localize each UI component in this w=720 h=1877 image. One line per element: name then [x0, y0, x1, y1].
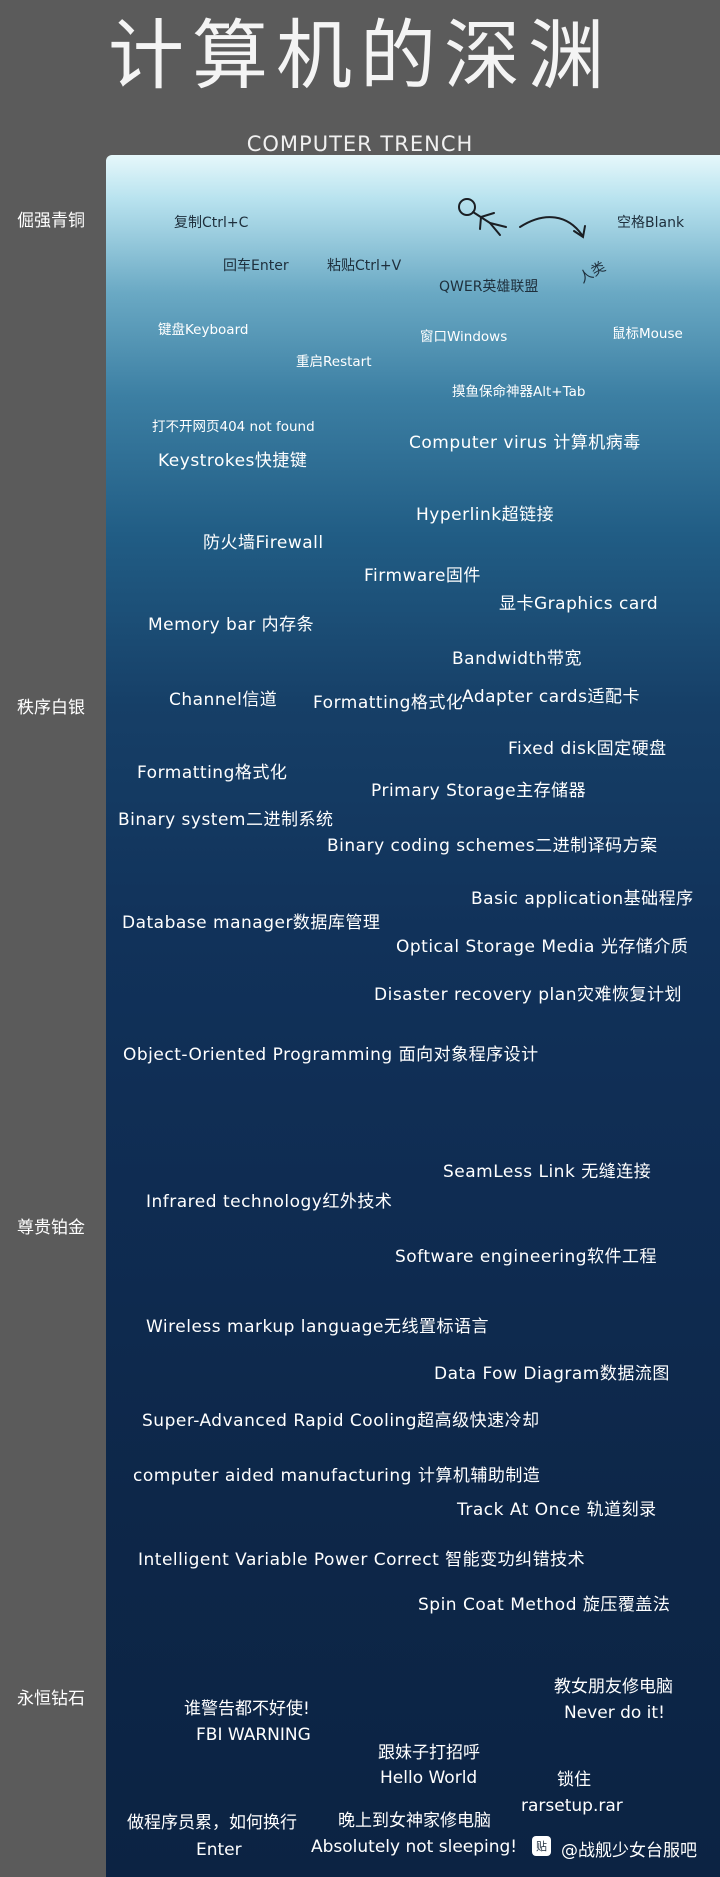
term-gf-repair: 教女朋友修电脑: [554, 1677, 673, 1697]
term-oop: Object-Oriented Programming 面向对象程序设计: [123, 1045, 539, 1065]
term-formatting-1: Formatting格式化: [313, 693, 464, 713]
term-infrared: Infrared technology红外技术: [146, 1192, 393, 1212]
term-basic-app: Basic application基础程序: [471, 889, 694, 909]
term-404: 打不开网页404 not found: [152, 419, 315, 435]
term-window: 窗口Windows: [420, 329, 508, 345]
term-track: Track At Once 轨道刻录: [457, 1500, 657, 1520]
page-subtitle: COMPUTER TRENCH: [246, 132, 474, 156]
term-blank: 空格Blank: [617, 215, 685, 231]
term-newline: 做程序员累，如何换行: [127, 1813, 297, 1833]
term-qwer: QWER英雄联盟: [439, 279, 539, 295]
diver-figure-icon: [458, 198, 586, 239]
term-mouse: 鼠标Mouse: [612, 326, 683, 342]
term-goddess: 晚上到女神家修电脑: [338, 1811, 491, 1831]
term-dfd: Data Fow Diagram数据流图: [434, 1364, 670, 1384]
term-restart: 重启Restart: [296, 354, 372, 370]
term-hyperlink: Hyperlink超链接: [416, 505, 555, 525]
term-firmware: Firmware固件: [364, 566, 481, 586]
term-lock: 锁住: [557, 1770, 591, 1790]
term-no-sleep: Absolutely not sleeping!: [311, 1837, 518, 1857]
term-alt-tab: 摸鱼保命神器Alt+Tab: [452, 384, 586, 400]
term-rarsetup: rarsetup.rar: [521, 1796, 623, 1816]
term-primary: Primary Storage主存储器: [371, 781, 587, 801]
trench-gradient: [106, 155, 720, 1877]
term-copy: 复制Ctrl+C: [174, 215, 249, 231]
term-warning-useless: 谁警告都不好使!: [184, 1699, 310, 1719]
term-fbi: FBI WARNING: [196, 1725, 311, 1745]
tier-bronze: 倔强青铜: [17, 211, 85, 231]
term-virus: Computer virus 计算机病毒: [409, 433, 641, 453]
term-formatting-2: Formatting格式化: [137, 763, 288, 783]
term-keyboard: 键盘Keyboard: [158, 322, 249, 338]
tier-diamond: 永恒钻石: [17, 1689, 85, 1709]
term-spin: Spin Coat Method 旋压覆盖法: [418, 1595, 671, 1615]
term-seamless: SeamLess Link 无缝连接: [443, 1162, 652, 1182]
term-fixed-disk: Fixed disk固定硬盘: [508, 739, 667, 759]
term-sister: 跟妹子打招呼: [378, 1743, 480, 1763]
term-binary: Binary system二进制系统: [118, 810, 334, 830]
term-bandwidth: Bandwidth带宽: [452, 649, 583, 669]
term-cooling: Super-Advanced Rapid Cooling超高级快速冷却: [142, 1411, 540, 1431]
tieba-badge-icon: 贴: [532, 1836, 551, 1856]
term-enter: 回车Enter: [223, 258, 289, 274]
term-disaster: Disaster recovery plan灾难恢复计划: [374, 985, 682, 1005]
page-title: 计算机的深渊: [108, 11, 612, 100]
watermark-text: @战舰少女台服吧: [561, 1841, 697, 1861]
term-adapter: Adapter cards适配卡: [462, 687, 640, 707]
term-optical: Optical Storage Media 光存储介质: [396, 937, 689, 957]
term-keystrokes: Keystrokes快捷键: [158, 451, 308, 471]
term-hello: Hello World: [380, 1768, 478, 1788]
term-memory: Memory bar 内存条: [148, 615, 315, 635]
tier-platinum: 尊贵铂金: [17, 1218, 85, 1238]
term-binary-coding: Binary coding schemes二进制译码方案: [327, 836, 658, 856]
term-wml: Wireless markup language无线置标语言: [146, 1317, 489, 1337]
tier-silver: 秩序白银: [17, 698, 85, 718]
term-cam: computer aided manufacturing 计算机辅助制造: [133, 1466, 541, 1486]
term-ivpc: Intelligent Variable Power Correct 智能变功纠…: [138, 1550, 586, 1570]
term-graphics: 显卡Graphics card: [499, 594, 659, 614]
term-channel: Channel信道: [169, 690, 278, 710]
term-firewall: 防火墙Firewall: [203, 533, 324, 553]
term-never: Never do it!: [564, 1703, 665, 1723]
term-database: Database manager数据库管理: [122, 913, 381, 933]
term-enter-2: Enter: [196, 1840, 242, 1860]
term-paste: 粘贴Ctrl+V: [327, 258, 402, 274]
term-software: Software engineering软件工程: [395, 1247, 658, 1267]
